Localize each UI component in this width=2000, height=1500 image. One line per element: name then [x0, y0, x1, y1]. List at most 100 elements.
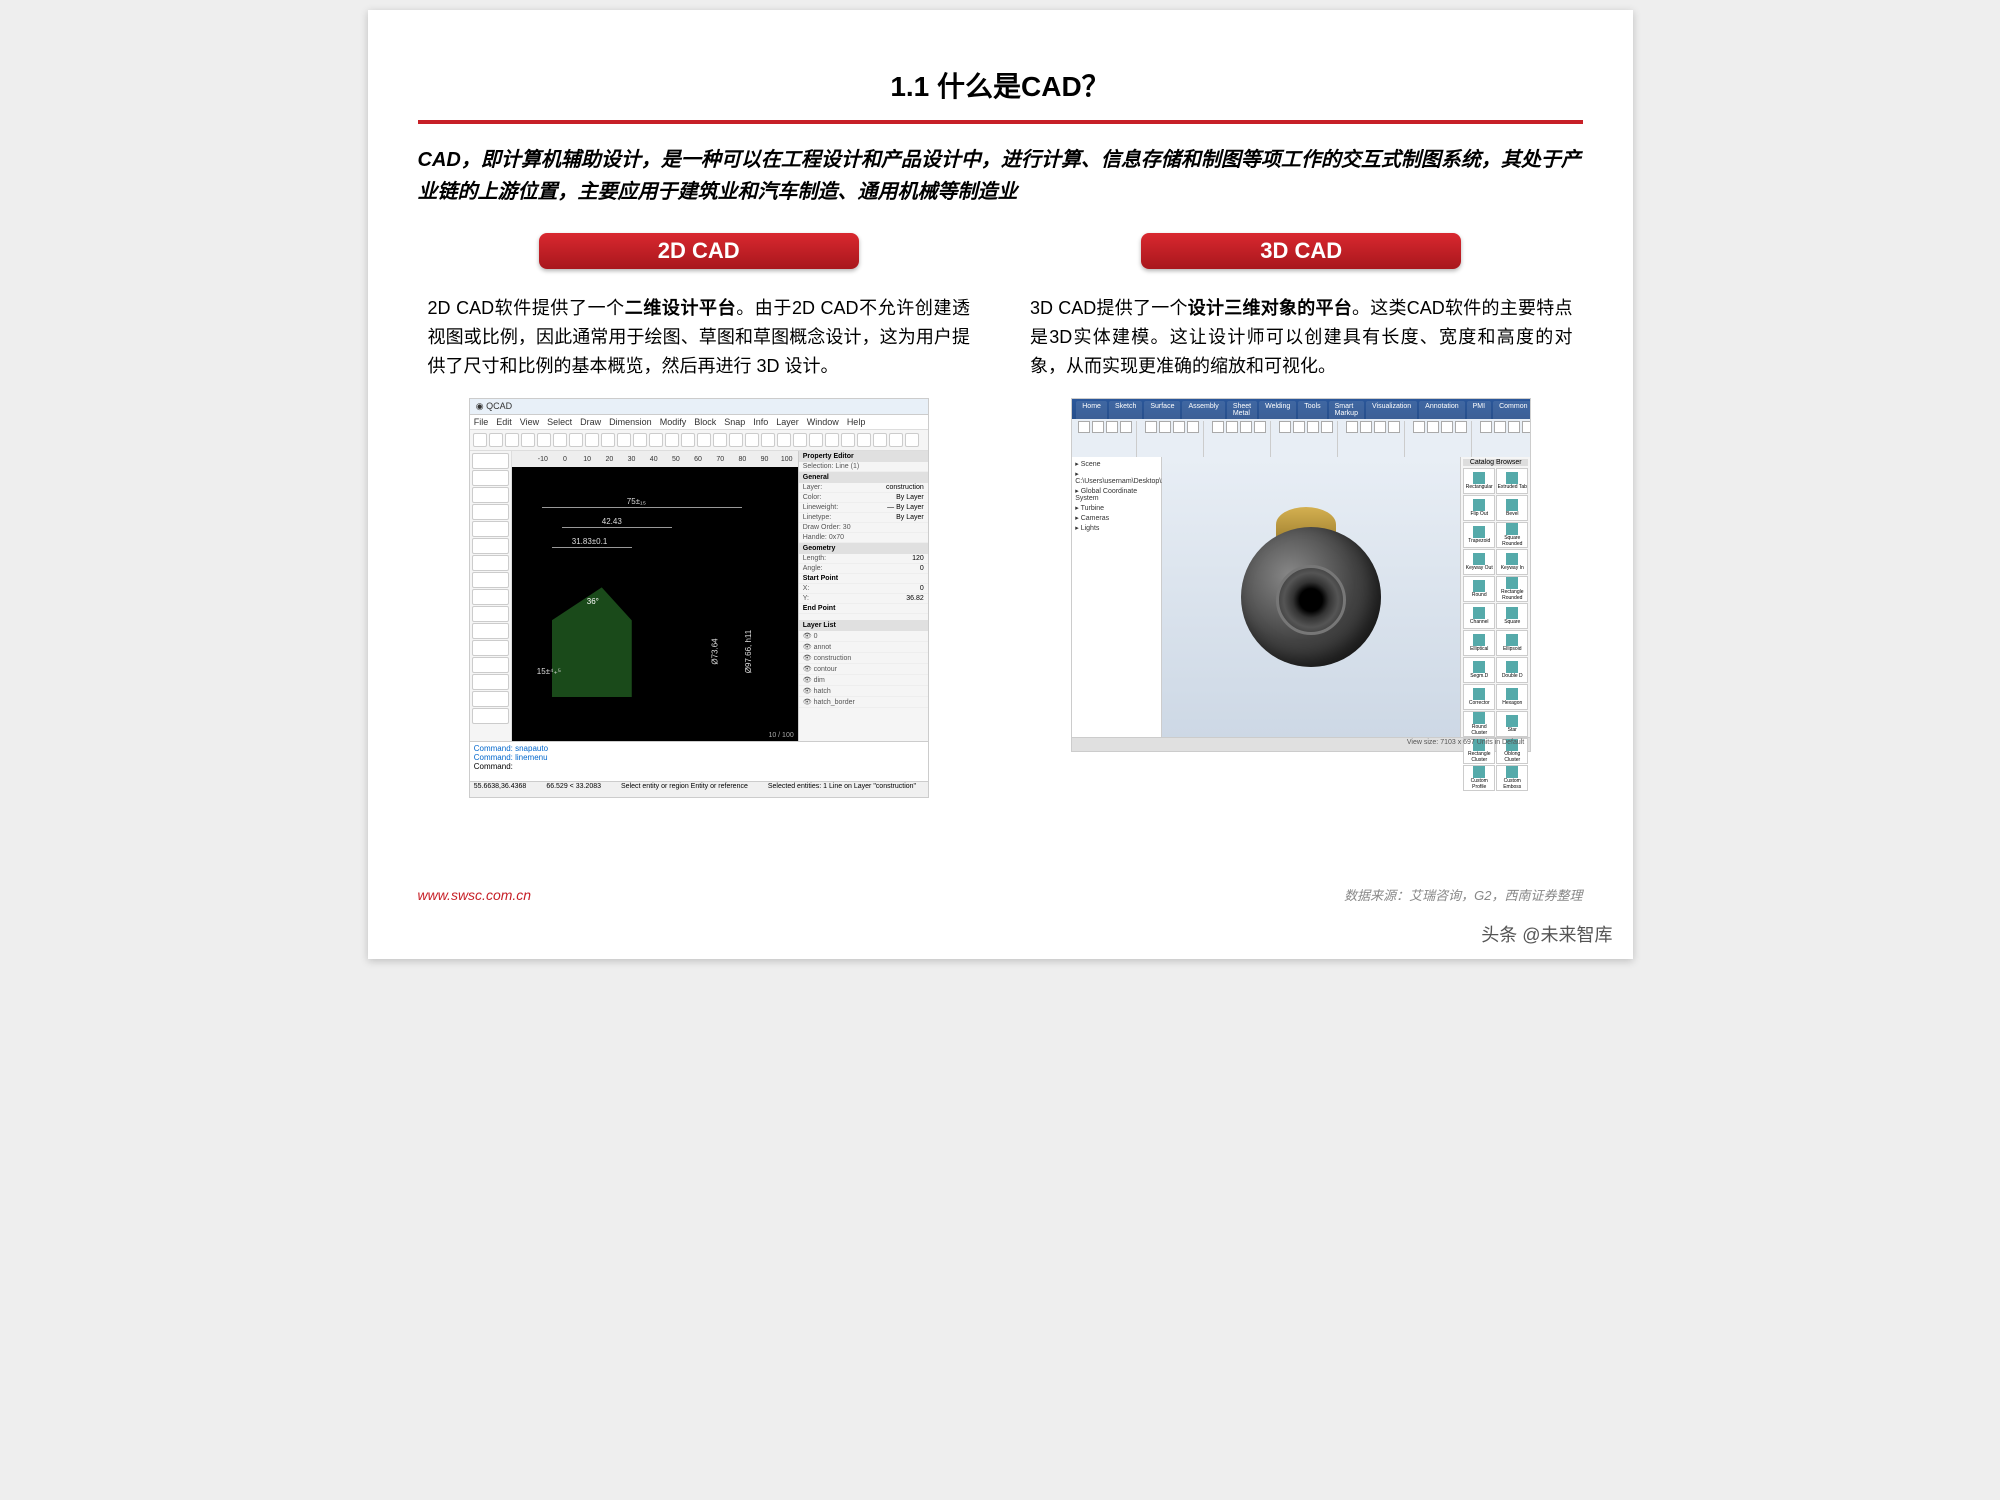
catalog-item[interactable]: Round — [1463, 576, 1495, 602]
layer-item[interactable]: 👁 contour — [799, 664, 928, 675]
catalog-item[interactable]: Custom Emboss — [1496, 765, 1528, 791]
ribbon-button[interactable] — [1240, 421, 1252, 433]
tree-item[interactable]: ▸ C:\Users\usernam\Desktop\201 — [1074, 469, 1159, 486]
ribbon-button[interactable] — [1480, 421, 1492, 433]
menu-snap[interactable]: Snap — [724, 417, 745, 427]
tool-button[interactable] — [472, 555, 509, 571]
catalog-item[interactable]: Star — [1496, 711, 1528, 737]
tool-button[interactable] — [472, 657, 509, 673]
toolbar-button[interactable] — [633, 433, 647, 447]
toolbar-button[interactable] — [809, 433, 823, 447]
ribbon-button[interactable] — [1092, 421, 1104, 433]
ribbon-button[interactable] — [1279, 421, 1291, 433]
catalog-item[interactable]: Segm.D — [1463, 657, 1495, 683]
toolbar-button[interactable] — [521, 433, 535, 447]
ribbon-tab[interactable]: Smart Markup — [1329, 401, 1364, 419]
toolbar-button[interactable] — [889, 433, 903, 447]
catalog-item[interactable]: Hexagon — [1496, 684, 1528, 710]
tool-button[interactable] — [472, 521, 509, 537]
catalog-item[interactable]: Bevel — [1496, 495, 1528, 521]
ribbon-button[interactable] — [1187, 421, 1199, 433]
ribbon-button[interactable] — [1145, 421, 1157, 433]
toolbar-button[interactable] — [905, 433, 919, 447]
toolbar-button[interactable] — [745, 433, 759, 447]
ribbon-button[interactable] — [1212, 421, 1224, 433]
toolbar-button[interactable] — [553, 433, 567, 447]
prop-row[interactable]: Layer:construction — [799, 483, 928, 493]
tool-button[interactable] — [472, 487, 509, 503]
ribbon-button[interactable] — [1388, 421, 1400, 433]
ribbon-button[interactable] — [1374, 421, 1386, 433]
tool-button[interactable] — [472, 589, 509, 605]
scene-tree[interactable]: ▸ Scene ▸ C:\Users\usernam\Desktop\201 ▸… — [1072, 457, 1162, 737]
ribbon-button[interactable] — [1441, 421, 1453, 433]
tool-button[interactable] — [472, 691, 509, 707]
toolbar-button[interactable] — [793, 433, 807, 447]
ribbon-button[interactable] — [1293, 421, 1305, 433]
ribbon-button[interactable] — [1226, 421, 1238, 433]
toolbar-button[interactable] — [617, 433, 631, 447]
ribbon-button[interactable] — [1307, 421, 1319, 433]
tree-item[interactable]: ▸ Global Coordinate System — [1074, 486, 1159, 503]
ribbon-button[interactable] — [1427, 421, 1439, 433]
toolbar-button[interactable] — [649, 433, 663, 447]
ribbon-button[interactable] — [1413, 421, 1425, 433]
menu-draw[interactable]: Draw — [580, 417, 601, 427]
toolbar-button[interactable] — [729, 433, 743, 447]
command-line[interactable]: Command: snapauto Command: linemenu Comm… — [470, 741, 928, 781]
ribbon[interactable]: HomeSketchSurfaceAssemblySheet MetalWeld… — [1072, 399, 1530, 457]
qcad-menubar[interactable]: FileEditViewSelectDrawDimensionModifyBlo… — [470, 415, 928, 430]
toolbar-button[interactable] — [665, 433, 679, 447]
prop-row[interactable]: Linetype:By Layer — [799, 513, 928, 523]
tool-button[interactable] — [472, 708, 509, 724]
toolbar-button[interactable] — [841, 433, 855, 447]
tree-item[interactable]: ▸ Turbine — [1074, 503, 1159, 513]
toolbar-button[interactable] — [569, 433, 583, 447]
ribbon-tab[interactable]: Sheet Metal — [1227, 401, 1257, 419]
layer-item[interactable]: 👁 hatch_border — [799, 697, 928, 708]
catalog-item[interactable]: Custom Profile — [1463, 765, 1495, 791]
ribbon-tab[interactable]: Assembly — [1182, 401, 1224, 419]
ribbon-tab[interactable]: Welding — [1259, 401, 1296, 419]
toolbar-button[interactable] — [873, 433, 887, 447]
qcad-toolbar[interactable] — [470, 430, 928, 451]
catalog-item[interactable]: Keyway Out — [1463, 549, 1495, 575]
ribbon-button[interactable] — [1321, 421, 1333, 433]
catalog-item[interactable]: Round Cluster — [1463, 711, 1495, 737]
ribbon-tab[interactable]: Surface — [1144, 401, 1180, 419]
menu-dimension[interactable]: Dimension — [609, 417, 652, 427]
layer-item[interactable]: 👁 annot — [799, 642, 928, 653]
ribbon-tab[interactable]: Visualization — [1366, 401, 1417, 419]
ribbon-tabs[interactable]: HomeSketchSurfaceAssemblySheet MetalWeld… — [1072, 399, 1530, 419]
toolbar-button[interactable] — [857, 433, 871, 447]
menu-file[interactable]: File — [474, 417, 489, 427]
tool-button[interactable] — [472, 538, 509, 554]
tool-button[interactable] — [472, 470, 509, 486]
toolbar-button[interactable] — [585, 433, 599, 447]
ribbon-button[interactable] — [1173, 421, 1185, 433]
catalog-browser[interactable]: Catalog Browser RectangularExtruded TabF… — [1460, 457, 1530, 737]
ribbon-tab[interactable]: PMI — [1467, 401, 1491, 419]
viewport-3d[interactable] — [1162, 457, 1460, 737]
catalog-item[interactable]: Trapezoid — [1463, 522, 1495, 548]
menu-edit[interactable]: Edit — [496, 417, 512, 427]
toolbar-button[interactable] — [505, 433, 519, 447]
prop-row[interactable]: Color: By Layer — [799, 493, 928, 503]
menu-window[interactable]: Window — [807, 417, 839, 427]
toolbar-button[interactable] — [825, 433, 839, 447]
ribbon-button[interactable] — [1254, 421, 1266, 433]
layer-item[interactable]: 👁 0 — [799, 631, 928, 642]
tool-button[interactable] — [472, 623, 509, 639]
toolbar-button[interactable] — [473, 433, 487, 447]
ribbon-body[interactable] — [1072, 419, 1530, 459]
ribbon-tab[interactable]: Tools — [1298, 401, 1326, 419]
menu-select[interactable]: Select — [547, 417, 572, 427]
ribbon-button[interactable] — [1508, 421, 1520, 433]
ribbon-button[interactable] — [1360, 421, 1372, 433]
qcad-tool-palette[interactable] — [470, 451, 512, 741]
toolbar-button[interactable] — [681, 433, 695, 447]
catalog-item[interactable]: Extruded Tab — [1496, 468, 1528, 494]
catalog-item[interactable]: Square Rounded — [1496, 522, 1528, 548]
toolbar-button[interactable] — [489, 433, 503, 447]
menu-modify[interactable]: Modify — [660, 417, 687, 427]
